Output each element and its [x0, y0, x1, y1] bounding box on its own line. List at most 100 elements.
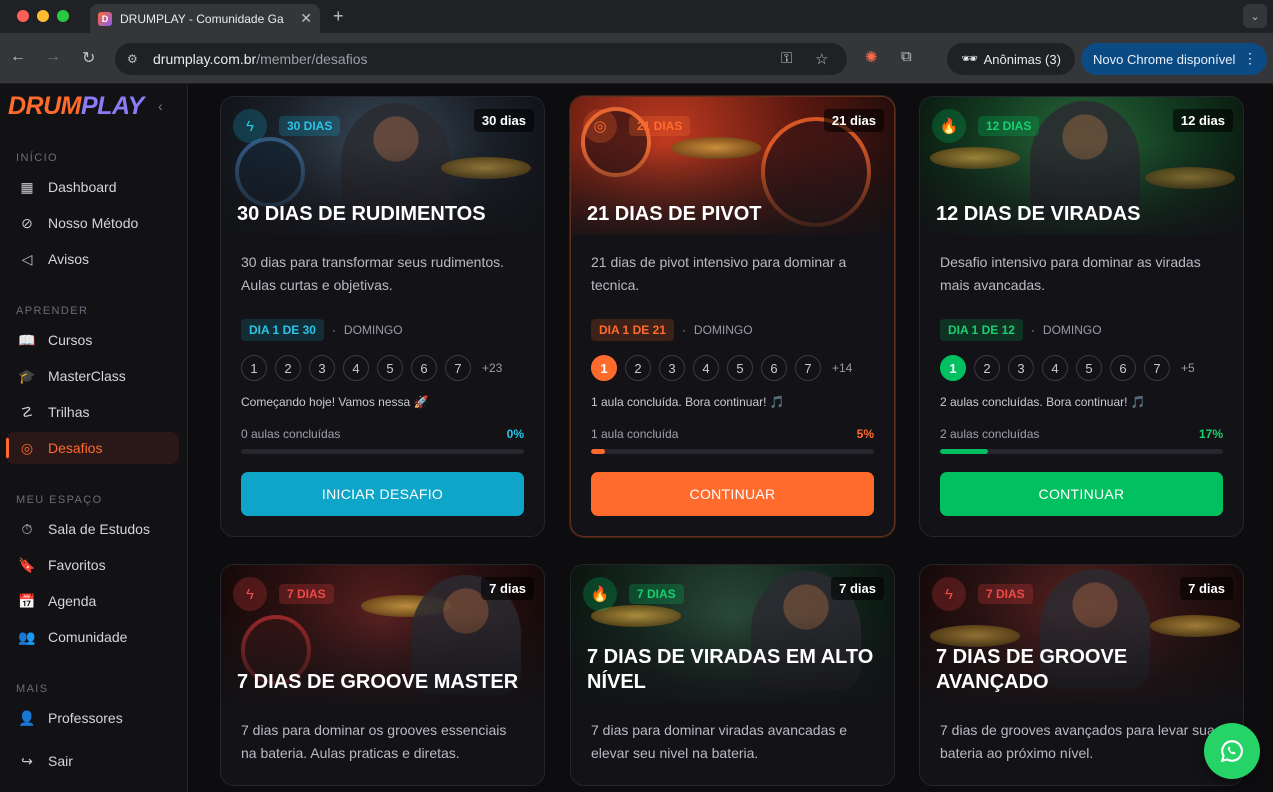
sidebar-item-sala-de-estudos[interactable]: ⏱ Sala de Estudos: [6, 513, 179, 545]
address-bar[interactable]: ⚙ drumplay.com.br/member/desafios ⚿ ☆: [115, 43, 847, 75]
drumplay-logo[interactable]: DRUMPLAY: [8, 92, 144, 121]
close-tab-icon[interactable]: ✕: [300, 10, 312, 27]
back-icon[interactable]: ←: [10, 48, 26, 66]
challenge-card-groove-avancado[interactable]: ϟ 7 DIAS 7 dias 7 DIAS DE GROOVE AVANÇAD…: [919, 564, 1244, 786]
graduation-cap-icon: 🎓: [18, 367, 36, 384]
site-settings-icon[interactable]: ⚙: [127, 52, 147, 66]
forward-icon[interactable]: →: [45, 48, 61, 66]
logout-icon: ↪: [21, 752, 33, 769]
sidebar-item-agenda[interactable]: 📅 Agenda: [6, 585, 179, 617]
bookmark-icon: 🔖: [18, 556, 36, 573]
day-circle[interactable]: 5: [1076, 355, 1102, 381]
duration-pill: 7 DIAS: [279, 584, 334, 604]
day-circle-completed[interactable]: 1: [591, 355, 617, 381]
close-window-button[interactable]: [17, 10, 29, 22]
new-tab-button[interactable]: +: [333, 6, 344, 27]
day-circle[interactable]: 2: [974, 355, 1000, 381]
day-progress-pill: DIA 1 DE 21: [591, 319, 674, 341]
maximize-window-button[interactable]: [57, 10, 69, 22]
day-tracker: 1 2 3 4 5 6 7 +14: [591, 355, 874, 381]
challenge-description: 21 dias de pivot intensivo para dominar …: [591, 254, 847, 293]
incognito-label: Anônimas (3): [983, 51, 1061, 67]
day-circle[interactable]: 2: [625, 355, 651, 381]
day-circle[interactable]: 6: [1110, 355, 1136, 381]
sidebar-item-dashboard[interactable]: ▦ Dashboard: [6, 171, 179, 203]
sidebar-item-trilhas[interactable]: ☡ Trilhas: [6, 396, 179, 428]
url-path: /member/desafios: [256, 51, 368, 67]
minimize-window-button[interactable]: [37, 10, 49, 22]
day-circle[interactable]: 4: [343, 355, 369, 381]
day-circle[interactable]: 6: [411, 355, 437, 381]
day-circle[interactable]: 6: [761, 355, 787, 381]
weekday-label: DOMINGO: [343, 323, 403, 337]
day-circle[interactable]: 7: [795, 355, 821, 381]
challenge-title: 12 DIAS DE VIRADAS: [936, 203, 1141, 225]
collapse-sidebar-icon[interactable]: ‹: [158, 98, 163, 114]
more-days-count: +23: [482, 361, 503, 375]
day-circle[interactable]: 2: [275, 355, 301, 381]
sidebar-item-cursos[interactable]: 📖 Cursos: [6, 324, 179, 356]
sidebar-item-sair[interactable]: ↪ Sair: [6, 745, 179, 777]
day-circle[interactable]: 3: [1008, 355, 1034, 381]
whatsapp-icon: [1220, 740, 1243, 763]
duration-badge: 7 dias: [481, 577, 534, 600]
book-icon: 📖: [18, 331, 36, 348]
challenge-card-rudimentos[interactable]: ϟ 30 DIAS 30 dias 30 DIAS DE RUDIMENTOS …: [220, 96, 545, 537]
day-circle[interactable]: 4: [693, 355, 719, 381]
challenge-card-viradas-alto-nivel[interactable]: 🔥 7 DIAS 7 dias 7 DIAS DE VIRADAS EM ALT…: [570, 564, 895, 786]
sidebar-item-professores[interactable]: 👤 Professores: [6, 702, 179, 734]
day-circle[interactable]: 5: [377, 355, 403, 381]
weekday-label: DOMINGO: [693, 323, 753, 337]
grid-icon: ▦: [20, 178, 34, 195]
sidebar: DRUMPLAY ‹ INÍCIO ▦ Dashboard ⊘ Nosso Méto…: [0, 84, 188, 792]
users-icon: 👥: [18, 628, 36, 645]
more-days-count: +5: [1181, 361, 1195, 375]
whatsapp-button[interactable]: [1204, 723, 1260, 779]
challenge-card-pivot[interactable]: ◎ 21 DIAS 21 dias 21 DIAS DE PIVOT 21 di…: [570, 96, 895, 537]
bookmark-star-icon[interactable]: ☆: [815, 50, 828, 68]
start-challenge-button[interactable]: INICIAR DESAFIO: [241, 472, 524, 516]
compass-icon: ⊘: [21, 214, 33, 231]
progress-bar: [591, 449, 874, 454]
reload-icon[interactable]: ↻: [82, 48, 95, 68]
challenge-card-viradas[interactable]: 🔥 12 DIAS 12 dias 12 DIAS DE VIRADAS Des…: [919, 96, 1244, 537]
more-menu-icon[interactable]: ⋮: [1243, 50, 1257, 67]
browser-tab[interactable]: D DRUMPLAY - Comunidade Ga ✕: [90, 4, 320, 33]
extension-icon[interactable]: ✺: [865, 48, 878, 66]
chrome-update-button[interactable]: Novo Chrome disponível ⋮: [1081, 43, 1267, 75]
duration-pill: 12 DIAS: [978, 116, 1040, 136]
day-circle[interactable]: 1: [241, 355, 267, 381]
puzzle-extensions-icon[interactable]: ⧉: [901, 48, 912, 65]
day-circle-completed[interactable]: 1: [940, 355, 966, 381]
section-aprender: APRENDER: [16, 305, 89, 317]
day-circle[interactable]: 7: [1144, 355, 1170, 381]
bolt-icon: ϟ: [233, 109, 267, 143]
section-inicio: INÍCIO: [16, 152, 59, 164]
sidebar-item-nosso-metodo[interactable]: ⊘ Nosso Método: [6, 207, 179, 239]
challenges-grid: ϟ 30 DIAS 30 dias 30 DIAS DE RUDIMENTOS …: [189, 84, 1273, 792]
challenge-cover-image: ϟ 7 DIAS 7 dias 7 DIAS DE GROOVE MASTER: [221, 565, 544, 703]
sidebar-item-comunidade[interactable]: 👥 Comunidade: [6, 621, 179, 653]
sidebar-item-desafios[interactable]: ◎ Desafios: [6, 432, 179, 464]
duration-pill: 30 DIAS: [279, 116, 341, 136]
day-circle[interactable]: 4: [1042, 355, 1068, 381]
duration-badge: 12 dias: [1172, 109, 1233, 132]
day-circle[interactable]: 7: [445, 355, 471, 381]
challenge-description: Desafio intensivo para dominar as virada…: [940, 254, 1201, 293]
sidebar-item-avisos[interactable]: ◁ Avisos: [6, 243, 179, 275]
day-circle[interactable]: 3: [309, 355, 335, 381]
sidebar-item-favoritos[interactable]: 🔖 Favoritos: [6, 549, 179, 581]
challenge-card-groove-master[interactable]: ϟ 7 DIAS 7 dias 7 DIAS DE GROOVE MASTER …: [220, 564, 545, 786]
key-icon[interactable]: ⚿: [781, 50, 792, 67]
target-icon: ◎: [20, 439, 34, 456]
incognito-button[interactable]: 🕶 Anônimas (3): [947, 43, 1075, 75]
section-meu-espaco: MEU ESPAÇO: [16, 494, 103, 506]
sidebar-item-masterclass[interactable]: 🎓 MasterClass: [6, 360, 179, 392]
continue-button[interactable]: CONTINUAR: [591, 472, 874, 516]
continue-button[interactable]: CONTINUAR: [940, 472, 1223, 516]
day-circle[interactable]: 5: [727, 355, 753, 381]
challenge-description: 7 dias para dominar os grooves essenciai…: [241, 722, 507, 761]
tab-search-button[interactable]: ⌄: [1243, 4, 1267, 28]
day-progress-pill: DIA 1 DE 30: [241, 319, 324, 341]
day-circle[interactable]: 3: [659, 355, 685, 381]
